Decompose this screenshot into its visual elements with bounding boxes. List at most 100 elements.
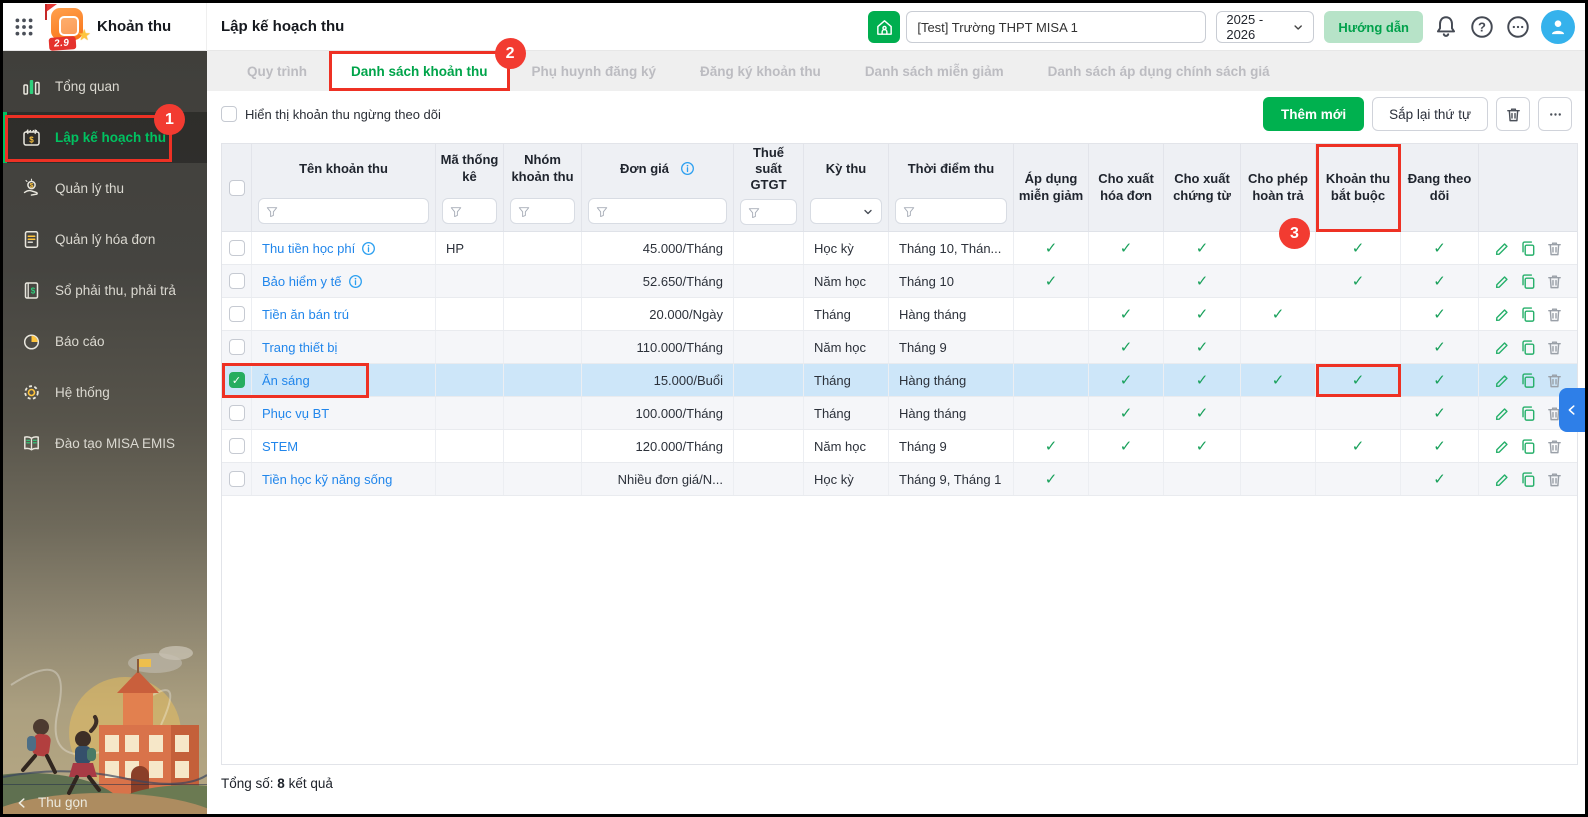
row-checkbox[interactable] xyxy=(229,339,245,355)
filter-name-input[interactable] xyxy=(258,198,429,224)
app-logo[interactable]: ★ 2.9 xyxy=(42,5,90,49)
tab-quy-trinh[interactable]: Quy trình xyxy=(225,51,329,91)
edit-icon[interactable] xyxy=(1494,339,1511,356)
guide-button[interactable]: Hướng dẫn xyxy=(1324,11,1423,43)
row-checkbox[interactable] xyxy=(229,405,245,421)
edit-icon[interactable] xyxy=(1494,240,1511,257)
filter-group-input[interactable] xyxy=(510,198,575,224)
fee-name-link[interactable]: Bảo hiểm y tế xyxy=(262,274,342,289)
info-icon[interactable] xyxy=(680,161,695,176)
duplicate-icon[interactable] xyxy=(1520,405,1537,422)
tab-danh-sach-khoan-thu[interactable]: Danh sách khoản thu 2 xyxy=(329,51,510,91)
tab-dang-ky-khoan-thu[interactable]: Đăng ký khoản thu xyxy=(678,51,843,91)
cell-mien-giam xyxy=(1014,364,1089,396)
trash-icon[interactable] xyxy=(1546,339,1563,356)
user-avatar[interactable] xyxy=(1541,10,1575,44)
row-checkbox[interactable] xyxy=(229,438,245,454)
ledger-book-icon: $ xyxy=(21,280,42,301)
select-all-checkbox[interactable] xyxy=(229,180,245,196)
fee-name-link[interactable]: Tiền học kỹ năng sống xyxy=(262,472,392,487)
cell-hoa-don: ✓ xyxy=(1089,232,1164,264)
trash-icon[interactable] xyxy=(1546,471,1563,488)
sidebar-item-overview[interactable]: Tổng quan xyxy=(3,61,207,112)
tab-bar: Quy trình Danh sách khoản thu 2 Phụ huyn… xyxy=(207,51,1585,91)
tab-chinh-sach-gia[interactable]: Danh sách áp dụng chính sách giá xyxy=(1026,51,1292,91)
fee-name-link[interactable]: Tiền ăn bán trú xyxy=(262,307,349,322)
row-checkbox[interactable] xyxy=(229,240,245,256)
filter-period-select[interactable] xyxy=(810,198,882,224)
duplicate-icon[interactable] xyxy=(1520,471,1537,488)
trash-icon[interactable] xyxy=(1546,306,1563,323)
more-actions-button[interactable] xyxy=(1538,97,1572,131)
reorder-button[interactable]: Sắp lại thứ tự xyxy=(1372,97,1488,131)
cell-theo-doi: ✓ xyxy=(1401,298,1479,330)
table-row-selected[interactable]: Ăn sáng 15.000/Buổi Tháng Hàng tháng ✓ ✓… xyxy=(222,364,1577,397)
fee-name-link[interactable]: Ăn sáng xyxy=(262,373,310,388)
row-checkbox[interactable] xyxy=(229,306,245,322)
row-checkbox[interactable] xyxy=(229,273,245,289)
school-selector[interactable]: [Test] Trường THPT MISA 1 xyxy=(906,11,1206,43)
app-grid-icon[interactable] xyxy=(13,16,35,38)
sidebar-item-revenue-planning[interactable]: $ Lập kế hoạch thu xyxy=(3,112,207,163)
notification-bell-icon[interactable] xyxy=(1433,14,1459,40)
filter-price-input[interactable] xyxy=(588,198,727,224)
filter-time-input[interactable] xyxy=(895,198,1007,224)
duplicate-icon[interactable] xyxy=(1520,339,1537,356)
edit-icon[interactable] xyxy=(1494,372,1511,389)
edit-icon[interactable] xyxy=(1494,405,1511,422)
sidebar-item-collection-management[interactable]: $ Quản lý thu xyxy=(3,163,207,214)
cell-hoan-tra: ✓ xyxy=(1241,364,1316,396)
info-icon[interactable] xyxy=(361,241,376,256)
edit-icon[interactable] xyxy=(1494,306,1511,323)
trash-icon[interactable] xyxy=(1546,240,1563,257)
sidebar-item-training[interactable]: Đào tạo MISA EMIS xyxy=(3,418,207,469)
table-row[interactable]: Trang thiết bị 110.000/Tháng Năm học Thá… xyxy=(222,331,1577,364)
fee-name-link[interactable]: Trang thiết bị xyxy=(262,340,337,355)
trash-icon[interactable] xyxy=(1546,273,1563,290)
table-row[interactable]: Tiền ăn bán trú 20.000/Ngày Tháng Hàng t… xyxy=(222,298,1577,331)
tab-phu-huynh-dang-ky[interactable]: Phụ huynh đăng ký xyxy=(510,51,679,91)
more-options-icon[interactable] xyxy=(1505,14,1531,40)
trash-icon[interactable] xyxy=(1546,372,1563,389)
help-icon[interactable]: ? xyxy=(1469,14,1495,40)
trash-icon[interactable] xyxy=(1546,438,1563,455)
table-row[interactable]: Thu tiền học phí HP 45.000/Tháng Học kỳ … xyxy=(222,232,1577,265)
row-checkbox-checked[interactable] xyxy=(229,372,245,388)
tab-danh-sach-mien-giam[interactable]: Danh sách miễn giảm xyxy=(843,51,1026,91)
home-button[interactable] xyxy=(868,11,900,43)
table-row[interactable]: Tiền học kỹ năng sống Nhiều đơn giá/N...… xyxy=(222,463,1577,496)
sidebar-item-invoice-management[interactable]: Quản lý hóa đơn xyxy=(3,214,207,265)
duplicate-icon[interactable] xyxy=(1520,273,1537,290)
show-stopped-checkbox[interactable] xyxy=(221,106,237,122)
add-new-button[interactable]: Thêm mới xyxy=(1263,97,1364,131)
show-stopped-checkbox-group[interactable]: Hiển thị khoản thu ngừng theo dõi xyxy=(221,106,441,122)
duplicate-icon[interactable] xyxy=(1520,306,1537,323)
fee-name-link[interactable]: Thu tiền học phí xyxy=(262,241,355,256)
sidebar-item-receivable-ledger[interactable]: $ Sổ phải thu, phải trả xyxy=(3,265,207,316)
cell-time: Hàng tháng xyxy=(889,364,1014,396)
fee-name-link[interactable]: Phục vụ BT xyxy=(262,406,329,421)
sidebar-item-reports[interactable]: Báo cáo xyxy=(3,316,207,367)
cell-theo-doi: ✓ xyxy=(1401,430,1479,462)
top-bar: ★ 2.9 Khoản thu Lập kế hoạch thu [Test] … xyxy=(3,3,1585,51)
info-icon[interactable] xyxy=(348,274,363,289)
edit-icon[interactable] xyxy=(1494,273,1511,290)
edit-icon[interactable] xyxy=(1494,471,1511,488)
sidebar-collapse-button[interactable]: Thu gọn xyxy=(3,784,207,817)
school-year-select[interactable]: 2025 - 2026 xyxy=(1216,11,1314,43)
delete-button[interactable] xyxy=(1496,97,1530,131)
table-row[interactable]: Phục vụ BT 100.000/Tháng Tháng Hàng thán… xyxy=(222,397,1577,430)
filter-code-input[interactable] xyxy=(442,198,497,224)
filter-vat-input[interactable] xyxy=(740,199,797,225)
sidebar-item-system[interactable]: Hệ thống xyxy=(3,367,207,418)
table-row[interactable]: STEM 120.000/Tháng Năm học Tháng 9 ✓ ✓ ✓… xyxy=(222,430,1577,463)
side-panel-expand-button[interactable] xyxy=(1559,388,1585,432)
row-checkbox[interactable] xyxy=(229,471,245,487)
edit-icon[interactable] xyxy=(1494,438,1511,455)
duplicate-icon[interactable] xyxy=(1520,372,1537,389)
table-row[interactable]: Bảo hiểm y tế 52.650/Tháng Năm học Tháng… xyxy=(222,265,1577,298)
duplicate-icon[interactable] xyxy=(1520,438,1537,455)
fee-name-link[interactable]: STEM xyxy=(262,439,298,454)
ellipsis-icon xyxy=(1547,106,1564,123)
duplicate-icon[interactable] xyxy=(1520,240,1537,257)
